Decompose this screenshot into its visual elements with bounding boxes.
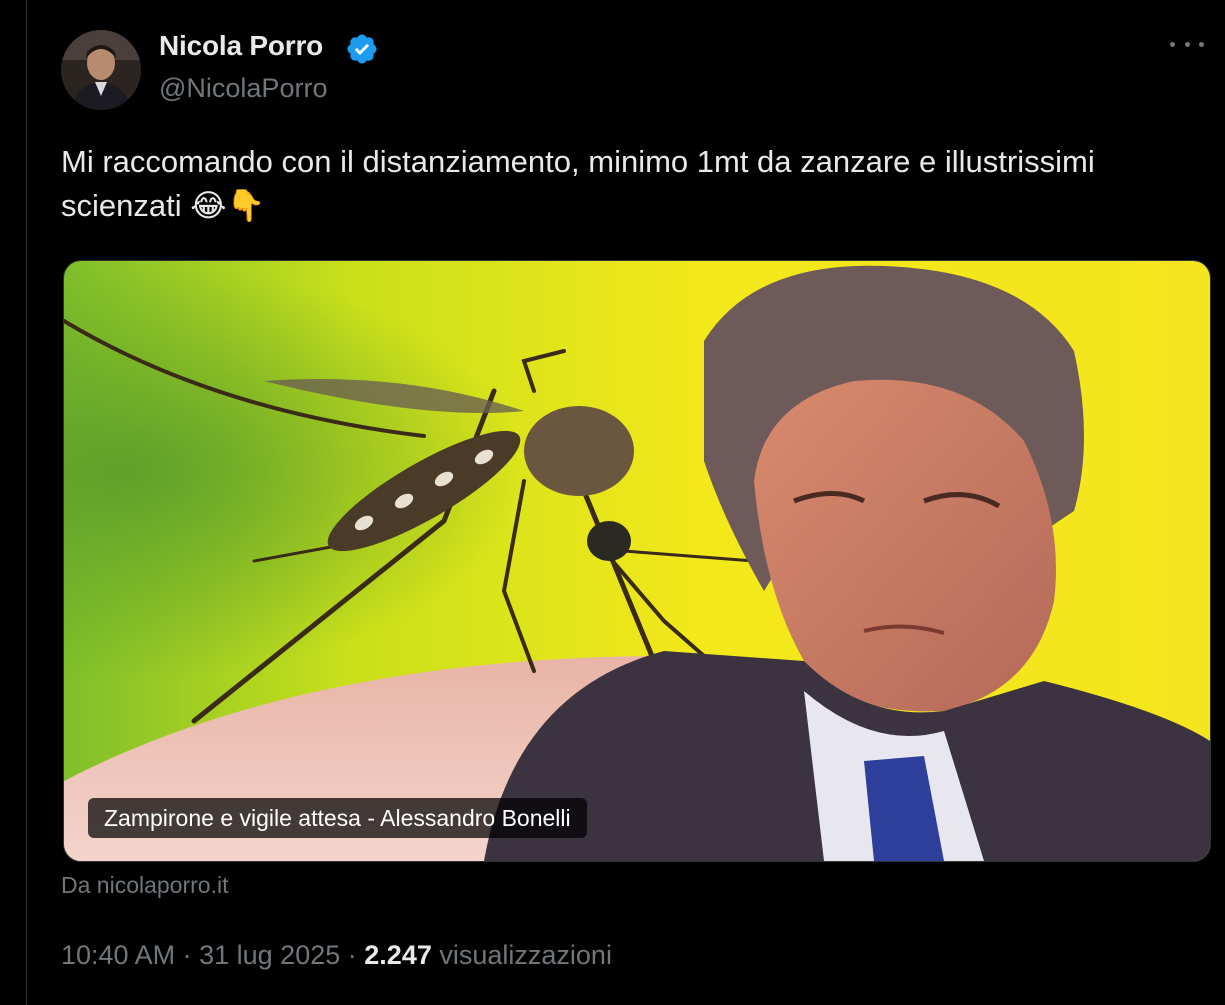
- avatar[interactable]: [61, 30, 141, 110]
- author-handle[interactable]: @NicolaPorro: [159, 73, 327, 104]
- link-card-source[interactable]: Da nicolaporro.it: [61, 872, 228, 899]
- tweet-time[interactable]: 10:40 AM: [61, 940, 175, 970]
- mosquito-and-man-illustration: [64, 261, 1210, 861]
- verified-badge-icon: [347, 34, 377, 64]
- tweet-date[interactable]: 31 lug 2025: [199, 940, 340, 970]
- tweet-text: Mi raccomando con il distanziamento, min…: [61, 144, 1095, 223]
- views-label: visualizzazioni: [439, 940, 612, 970]
- meta-separator: ·: [347, 940, 357, 970]
- link-card-title: Zampirone e vigile attesa - Alessandro B…: [88, 798, 587, 838]
- more-dot: [1170, 41, 1175, 47]
- tweet-meta: 10:40 AM · 31 lug 2025 · 2.247 visualizz…: [61, 940, 612, 971]
- more-dot: [1184, 41, 1190, 47]
- avatar-image: [61, 30, 141, 110]
- link-card-image: [64, 261, 1210, 861]
- more-dot: [1199, 41, 1204, 47]
- meta-separator: ·: [182, 940, 192, 970]
- link-card[interactable]: Zampirone e vigile attesa - Alessandro B…: [63, 260, 1211, 862]
- tweet-container: Nicola Porro @NicolaPorro Mi raccomando …: [26, 0, 1225, 1005]
- more-horizontal-icon[interactable]: [1170, 32, 1204, 56]
- author-display-name[interactable]: Nicola Porro: [159, 30, 323, 62]
- views-count: 2.247: [364, 940, 432, 970]
